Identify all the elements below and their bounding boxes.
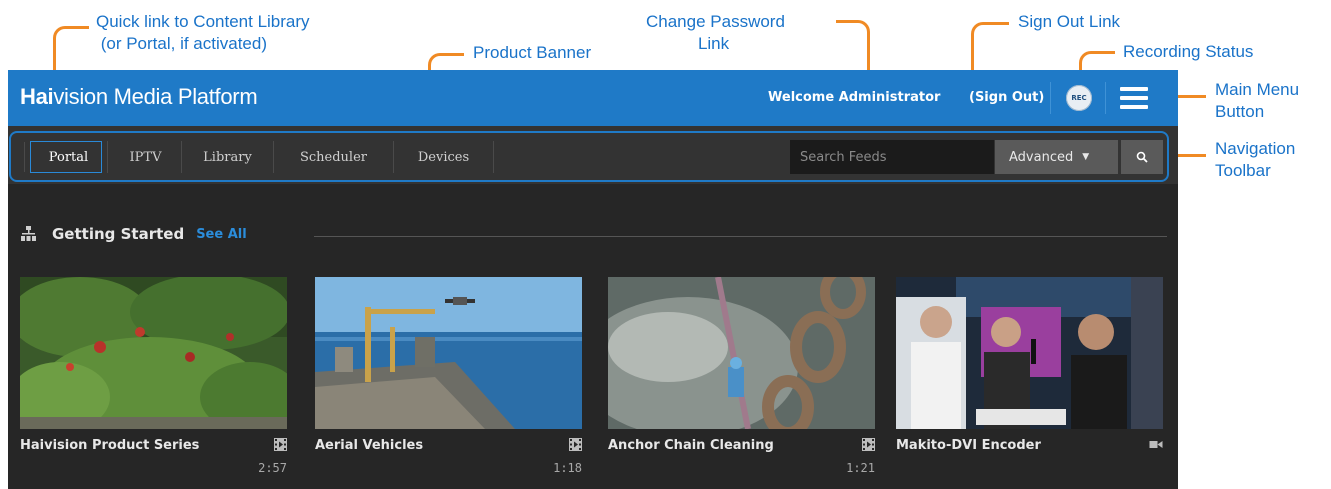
logo-text-strong: Hai	[20, 84, 54, 109]
annotation-product-banner: Product Banner	[473, 43, 592, 62]
video-camera-icon	[1149, 441, 1163, 448]
see-all-link[interactable]: See All	[196, 227, 247, 242]
film-icon	[274, 438, 287, 451]
film-icon	[862, 438, 875, 451]
video-title: Aerial Vehicles	[315, 438, 424, 453]
section-title: Getting Started	[52, 225, 185, 243]
main-menu-button[interactable]	[1116, 83, 1152, 113]
section-divider	[314, 236, 1167, 237]
video-title: Makito-DVI Encoder	[896, 438, 1041, 453]
video-duration: 1:18	[553, 461, 582, 475]
sign-out-link[interactable]: (Sign Out)	[969, 90, 1044, 105]
video-card[interactable]: Aerial Vehicles 1:18	[315, 277, 582, 477]
video-duration: 2:57	[258, 461, 287, 475]
product-banner: Haivision Media Platform Welcome Adminis…	[8, 70, 1178, 126]
recording-status-badge[interactable]: REC	[1066, 85, 1092, 111]
video-thumbnail	[20, 277, 287, 429]
annotation-main-menu-button: Main Menu Button	[1215, 80, 1300, 121]
category-tree-icon	[21, 226, 36, 241]
hamburger-icon-bar	[1120, 96, 1148, 100]
hamburger-icon-bar	[1120, 105, 1148, 109]
annotation-change-password: Change Password Link	[646, 12, 785, 53]
banner-divider	[1050, 82, 1051, 114]
change-password-link[interactable]: Welcome Administrator	[768, 90, 940, 105]
annotation-navigation-toolbar: Navigation Toolbar	[1215, 139, 1296, 180]
video-duration: 1:21	[846, 461, 875, 475]
section-header: Getting Started See All	[20, 222, 247, 246]
navigation-toolbar-highlight	[9, 131, 1169, 182]
video-card[interactable]: Makito-DVI Encoder	[896, 277, 1163, 477]
annotation-quick-link: Quick link to Content Library (or Portal…	[96, 12, 310, 53]
annotation-sign-out-link: Sign Out Link	[1018, 12, 1121, 31]
video-thumbnail	[608, 277, 875, 429]
video-title: Anchor Chain Cleaning	[608, 438, 774, 453]
video-title: Haivision Product Series	[20, 438, 200, 453]
video-thumbnail	[315, 277, 582, 429]
portal-logo-link[interactable]: Haivision Media Platform	[20, 84, 258, 110]
film-icon	[569, 438, 582, 451]
video-card[interactable]: Anchor Chain Cleaning 1:21	[608, 277, 875, 477]
video-thumbnail	[896, 277, 1163, 429]
video-card[interactable]: Haivision Product Series 2:57	[20, 277, 287, 477]
banner-divider	[1105, 82, 1106, 114]
annotation-recording-status: Recording Status	[1123, 42, 1254, 61]
hamburger-icon-bar	[1120, 87, 1148, 91]
logo-text-rest: vision Media Platform	[53, 84, 258, 109]
